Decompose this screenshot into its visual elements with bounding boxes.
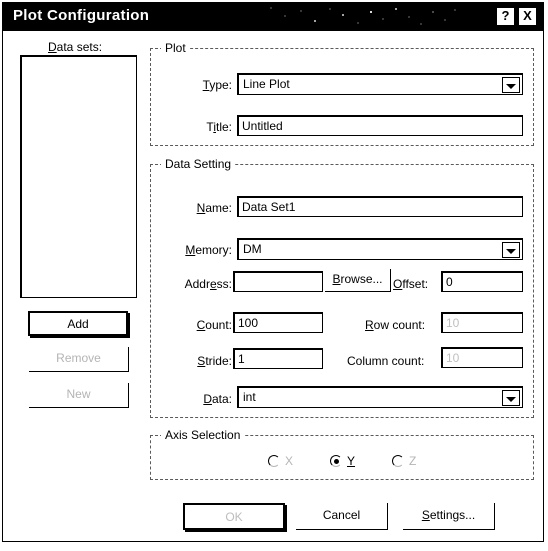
row-count-input[interactable]: 10	[441, 312, 523, 333]
datasets-listbox[interactable]	[20, 55, 137, 298]
stride-label: Stride:	[197, 354, 232, 368]
column-count-input[interactable]: 10	[441, 347, 523, 368]
type-combobox-value: Line Plot	[243, 77, 290, 91]
memory-combobox[interactable]: DM	[237, 238, 523, 260]
titlebar-noise-artifact	[263, 3, 463, 31]
chevron-down-icon[interactable]	[502, 77, 520, 93]
plot-configuration-dialog: Plot Configuration ? X Data sets: Add Re…	[0, 0, 548, 551]
type-combobox[interactable]: Line Plot	[237, 73, 523, 95]
title-label: Title:	[206, 120, 232, 134]
cancel-button[interactable]: Cancel	[296, 503, 388, 530]
data-setting-group-legend: Data Setting	[161, 157, 236, 171]
axis-selection-group-legend: Axis Selection	[161, 428, 245, 442]
data-type-combobox[interactable]: int	[237, 386, 523, 408]
add-button[interactable]: Add	[28, 311, 128, 336]
column-count-label: Column count:	[347, 354, 425, 368]
remove-button[interactable]: Remove	[29, 347, 129, 372]
radio-indicator[interactable]	[330, 455, 342, 467]
radio-axis-y-label: Y	[347, 454, 356, 468]
chevron-down-icon[interactable]	[502, 390, 520, 406]
radio-axis-z-label: Z	[409, 454, 417, 468]
settings-button[interactable]: Settings...	[403, 503, 495, 530]
axis-selection-group: Axis Selection	[150, 428, 534, 480]
new-button[interactable]: New	[29, 383, 129, 408]
datasets-label-text: ata sets:	[56, 40, 103, 54]
plot-group-legend: Plot	[161, 41, 190, 55]
type-label: Type:	[202, 78, 232, 92]
radio-indicator[interactable]	[392, 455, 404, 467]
datasets-label: Data sets:	[48, 40, 103, 54]
count-input[interactable]: 100	[233, 312, 323, 333]
title-bar[interactable]: Plot Configuration ? X	[3, 3, 543, 31]
count-label: Count:	[196, 318, 232, 332]
radio-indicator[interactable]	[268, 455, 280, 467]
stride-input[interactable]: 1	[233, 348, 323, 369]
name-label: Name:	[196, 201, 232, 215]
row-count-label: Row count:	[365, 318, 426, 332]
data-type-label: Data:	[203, 392, 232, 406]
data-type-combobox-value: int	[243, 390, 256, 404]
offset-input[interactable]: 0	[441, 271, 523, 292]
radio-axis-x-label: X	[285, 454, 294, 468]
title-input[interactable]: Untitled	[237, 115, 523, 136]
address-input[interactable]	[233, 271, 323, 292]
ok-button[interactable]: OK	[183, 503, 285, 530]
memory-label: Memory:	[185, 243, 232, 257]
browse-button[interactable]: Browse...	[325, 269, 391, 292]
window-title: Plot Configuration	[13, 7, 150, 24]
name-input[interactable]: Data Set1	[237, 196, 523, 217]
close-button[interactable]: X	[518, 7, 537, 26]
memory-combobox-value: DM	[243, 242, 262, 256]
offset-label: Offset:	[393, 277, 429, 291]
chevron-down-icon[interactable]	[502, 242, 520, 258]
address-label: Address:	[184, 277, 232, 291]
help-button[interactable]: ?	[496, 7, 515, 26]
